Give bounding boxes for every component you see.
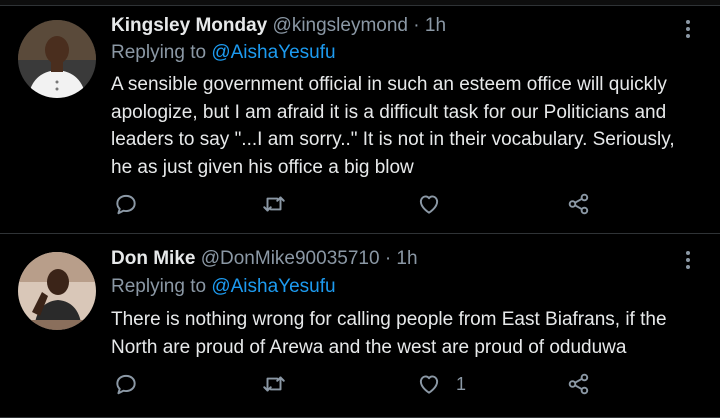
retweet-icon	[263, 196, 285, 212]
replying-prefix: Replying to	[111, 42, 207, 63]
more-dot	[686, 34, 690, 38]
avatar-image	[18, 20, 96, 98]
tweet-text: A sensible government official in such a…	[111, 74, 675, 178]
mention-link[interactable]: @AishaYesufu	[211, 42, 335, 63]
avatar[interactable]	[18, 20, 96, 98]
timestamp[interactable]: 1h	[425, 15, 446, 36]
author-handle[interactable]: @kingsleymond	[273, 15, 408, 36]
reply-button[interactable]	[113, 369, 139, 399]
tweet-actions: 1	[111, 369, 611, 399]
avatar-image	[18, 252, 96, 330]
heart-icon	[419, 375, 439, 394]
reply-icon	[116, 374, 136, 395]
mention-link[interactable]: @AishaYesufu	[211, 276, 335, 297]
author-name[interactable]: Kingsley Monday	[111, 15, 267, 36]
more-dot	[686, 27, 690, 31]
more-dot	[686, 251, 690, 255]
reply-icon	[116, 194, 136, 215]
avatar[interactable]	[18, 252, 96, 330]
more-dot	[686, 258, 690, 262]
tweet-header: Don Mike @DonMike90035710 · 1h	[111, 247, 418, 271]
author-handle[interactable]: @DonMike90035710	[201, 248, 380, 269]
timestamp[interactable]: 1h	[396, 248, 417, 269]
share-icon	[568, 193, 589, 215]
tweet-actions	[111, 189, 611, 219]
separator-dot: ·	[413, 15, 420, 36]
like-button[interactable]: 1	[416, 369, 466, 399]
retweet-icon	[263, 376, 285, 392]
like-count: 1	[456, 373, 467, 394]
replying-prefix: Replying to	[111, 276, 207, 297]
replying-to: Replying to @AishaYesufu	[111, 275, 336, 299]
retweet-button[interactable]	[261, 369, 287, 399]
tweet-header: Kingsley Monday @kingsleymond · 1h	[111, 14, 446, 38]
heart-icon	[419, 195, 439, 214]
separator-dot: ·	[384, 248, 392, 269]
more-options-button[interactable]	[678, 16, 698, 42]
tweet-item[interactable]: Kingsley Monday @kingsleymond · 1h Reply…	[0, 6, 720, 234]
more-dot	[686, 20, 690, 24]
share-button[interactable]	[566, 189, 592, 219]
retweet-button[interactable]	[261, 189, 287, 219]
author-name[interactable]: Don Mike	[111, 248, 195, 269]
more-options-button[interactable]	[678, 247, 698, 273]
tweet-text: There is nothing wrong for calling peopl…	[111, 309, 667, 358]
share-button[interactable]	[566, 369, 592, 399]
reply-button[interactable]	[113, 189, 139, 219]
replying-to: Replying to @AishaYesufu	[111, 41, 336, 65]
more-dot	[686, 265, 690, 269]
share-icon	[568, 373, 589, 395]
tweet-item[interactable]: Don Mike @DonMike90035710 · 1h Replying …	[0, 235, 720, 418]
like-button[interactable]	[416, 189, 456, 219]
